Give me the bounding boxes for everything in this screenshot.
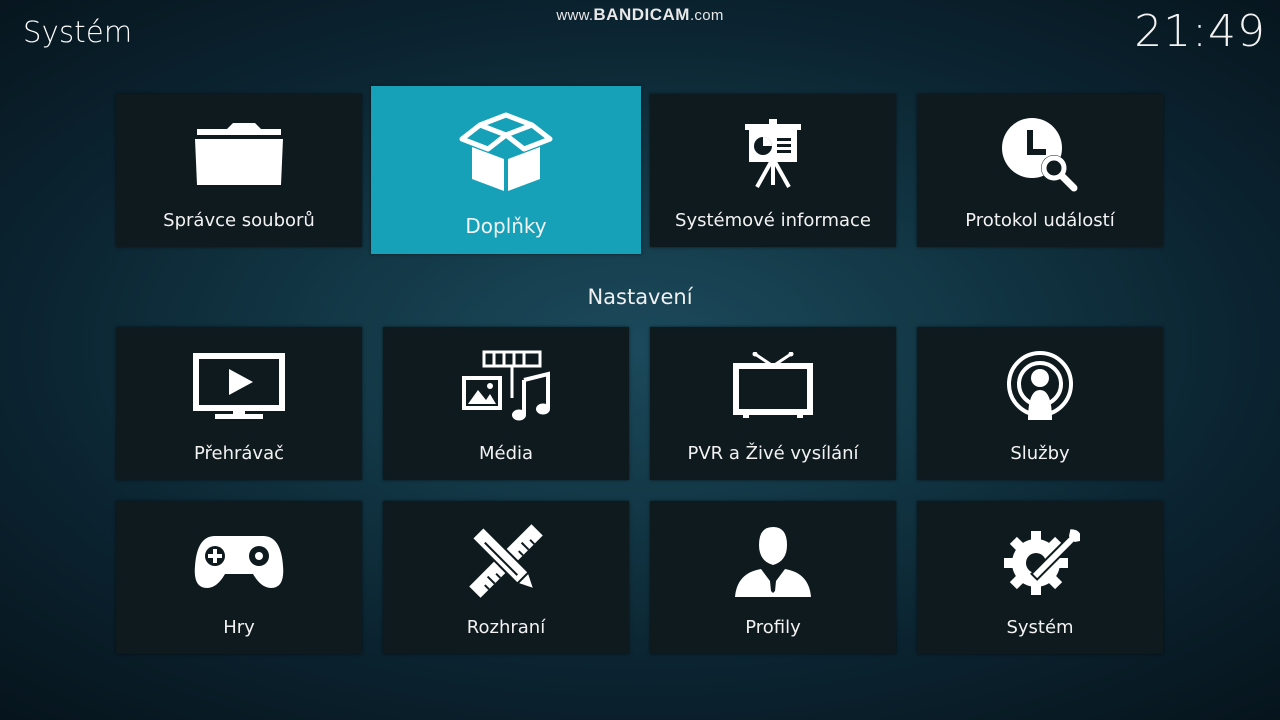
tile-label: Profily: [745, 617, 801, 638]
tile-label: Hry: [223, 617, 255, 638]
clock: 21:49: [1134, 6, 1266, 57]
media-icon: [383, 347, 629, 427]
tile-addons[interactable]: Doplňky: [371, 86, 641, 254]
tile-pvr-live-tv[interactable]: PVR a Živé vysílání: [650, 327, 896, 480]
tile-label: Doplňky: [465, 214, 547, 238]
pencil-ruler-icon: [383, 521, 629, 601]
broadcast-person-icon: [917, 347, 1163, 427]
recording-watermark: www.BANDICAM.com: [0, 5, 1280, 25]
section-heading: Nastavení: [587, 285, 693, 309]
tile-interface[interactable]: Rozhraní: [383, 501, 629, 654]
tile-label: Služby: [1010, 443, 1070, 464]
tile-label: Přehrávač: [193, 443, 285, 464]
user-profile-icon: [650, 521, 896, 601]
tile-games[interactable]: Hry: [116, 501, 362, 654]
tile-media[interactable]: Média: [383, 327, 629, 480]
watermark-brand: BANDICAM: [593, 5, 690, 24]
tile-services[interactable]: Služby: [917, 327, 1163, 480]
tile-system[interactable]: Systém: [917, 501, 1163, 654]
tile-label: Protokol událostí: [965, 210, 1115, 231]
tile-label: Média: [478, 443, 534, 464]
tile-label: Správce souborů: [163, 210, 315, 231]
tv-play-icon: [116, 347, 362, 427]
tile-event-log[interactable]: Protokol událostí: [917, 94, 1163, 247]
tile-file-manager[interactable]: Správce souborů: [116, 94, 362, 247]
watermark-prefix: www.: [556, 7, 594, 24]
tv-antenna-icon: [650, 347, 896, 427]
tile-label: PVR a Živé vysílání: [687, 443, 859, 464]
tile-player[interactable]: Přehrávač: [116, 327, 362, 480]
gear-wrench-icon: [917, 521, 1163, 601]
tile-label: Rozhraní: [466, 617, 546, 638]
clock-search-icon: [917, 114, 1163, 194]
tile-profiles[interactable]: Profily: [650, 501, 896, 654]
gamepad-icon: [116, 521, 362, 601]
tile-label: Systémové informace: [675, 210, 871, 231]
watermark-suffix: .com: [689, 7, 724, 24]
folder-icon: [116, 114, 362, 194]
presentation-board-icon: [650, 114, 896, 194]
tile-label: Systém: [1006, 617, 1074, 638]
tile-system-info[interactable]: Systémové informace: [650, 94, 896, 247]
open-box-icon: [371, 108, 641, 196]
